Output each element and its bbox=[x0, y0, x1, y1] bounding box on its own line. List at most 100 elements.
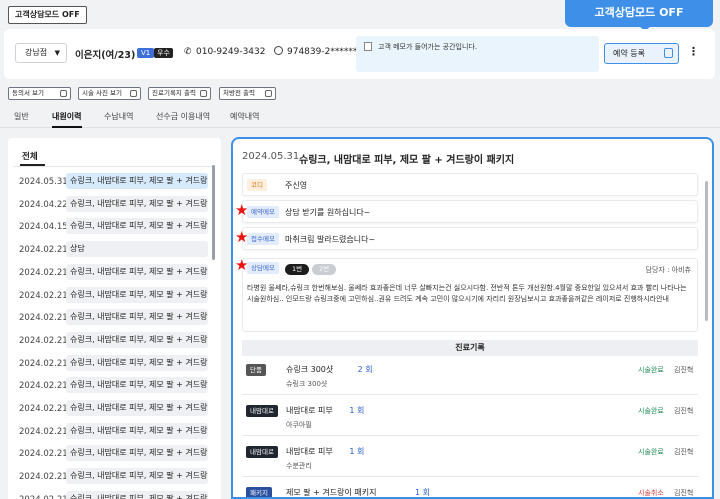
branch-select[interactable]: 강남점 ▼ bbox=[15, 43, 67, 63]
visit-title: 슈링크, 내맘대로 피부, 제모 팔 + 겨드랑... bbox=[66, 400, 208, 416]
patient-name: 이은지(여/23) bbox=[75, 50, 136, 61]
counsel-memo-box: ★ 상담메모 1번 2번 담당자 : 아비츄 타병원 울쎄라,슈링크 한번해보심… bbox=[235, 258, 698, 332]
counsel-page-2[interactable]: 2번 bbox=[312, 264, 336, 275]
visit-date: 2024.02.21 bbox=[19, 495, 68, 499]
visit-list-scrollbar[interactable] bbox=[212, 165, 215, 260]
visit-date: 2024.02.21 bbox=[19, 381, 68, 392]
action-label: 동의서 보기 bbox=[12, 89, 44, 97]
tab-visit-history[interactable]: 내원이력 bbox=[52, 111, 81, 122]
visit-date: 2024.02.21 bbox=[19, 426, 68, 437]
reserve-memo-value: 상담 받기를 원하십니다~ bbox=[285, 208, 371, 217]
record-tag: 패키지 bbox=[246, 487, 272, 497]
visit-title: 슈링크, 내맘대로 피부, 제모 팔 + 겨드랑... bbox=[66, 468, 208, 485]
phone-icon: ✆ bbox=[184, 47, 192, 57]
visit-row[interactable]: 2024.04.15 슈링크, 내맘대로 피부, 제모 팔 + 겨드랑... bbox=[8, 216, 221, 239]
reception-memo-row[interactable]: ★ 접수메모 마취크림 발라드렸습니다~ bbox=[235, 227, 698, 250]
reserve-button[interactable]: 예약 등록 bbox=[604, 43, 679, 64]
record-count: 1 회 bbox=[349, 447, 365, 456]
visit-row[interactable]: 2024.05.31 슈링크, 내맘대로 피부, 제모 팔 + 겨드랑... bbox=[8, 171, 221, 194]
visit-row[interactable]: 2024.02.21슈링크, 내맘대로 피부, 제모 팔 + 겨드랑... bbox=[8, 398, 221, 421]
visit-date: 2024.02.21 bbox=[19, 335, 68, 346]
detail-title: 슈링크, 내맘대로 피부, 제모 팔 + 겨드랑이 패키지 bbox=[299, 155, 515, 166]
record-sub: 슈링크 300샷 bbox=[286, 380, 328, 388]
patient-header: 강남점 ▼ 이은지(여/23) V1 우수 ✆ 010-9249-3432 97… bbox=[4, 29, 715, 79]
visit-row[interactable]: 2024.02.21슈링크, 내맘대로 피부, 제모 팔 + 겨드랑... bbox=[8, 285, 221, 308]
record-sub: 수분관리 bbox=[286, 462, 312, 470]
visit-date: 2024.02.21 bbox=[19, 404, 68, 414]
patient-phone: 010-9249-3432 bbox=[196, 47, 266, 57]
visit-date: 2024.02.21 bbox=[19, 472, 68, 483]
visit-date: 2024.05.31 bbox=[19, 177, 68, 187]
reserve-memo-label: 예약메모 bbox=[247, 206, 279, 218]
document-icon bbox=[60, 90, 67, 97]
tab-prepaid[interactable]: 선수금 이용내역 bbox=[156, 111, 210, 122]
visit-title: 슈링크, 내맘대로 피부, 제모 팔 + 겨드랑... bbox=[66, 331, 208, 348]
visit-title: 슈링크, 내맘대로 피부, 제모 팔 + 겨드랑... bbox=[66, 377, 208, 394]
consult-mode-banner: 고객상담모드 OFF bbox=[565, 0, 713, 27]
records-header: 진료기록 bbox=[242, 340, 698, 356]
detail-scrollbar[interactable] bbox=[705, 181, 708, 321]
reception-memo-label: 접수메모 bbox=[247, 233, 279, 245]
visit-date: 2024.02.21 bbox=[19, 449, 68, 460]
tab-reservations[interactable]: 예약내역 bbox=[230, 111, 259, 122]
visit-title: 슈링크, 내맘대로 피부, 제모 팔 + 겨드랑... bbox=[66, 195, 208, 212]
visit-date: 2024.04.15 bbox=[19, 222, 68, 233]
record-status: 시술완료 bbox=[638, 407, 664, 415]
coordi-label: 코디 bbox=[247, 179, 267, 191]
reception-memo-value: 마취크림 발라드렸습니다~ bbox=[285, 235, 376, 244]
record-print-button[interactable]: 진료기록지 출력 bbox=[148, 87, 211, 100]
visit-row[interactable]: 2024.02.21슈링크, 내맘대로 피부, 제모 팔 + 겨드랑... bbox=[8, 421, 221, 444]
prescription-print-button[interactable]: 처방전 출력 bbox=[219, 87, 276, 100]
record-count: 1 회 bbox=[415, 488, 430, 497]
detail-date: 2024.05.31 bbox=[242, 151, 300, 162]
divider bbox=[14, 166, 214, 167]
record-row[interactable]: 내맘대로 내맘대로 피부 1 회 수분관리 시술완료 김진혁 bbox=[242, 439, 698, 477]
coordi-row: 코디 주신영 bbox=[242, 173, 698, 196]
printer-icon bbox=[200, 90, 207, 97]
tab-payments[interactable]: 수납내역 bbox=[104, 111, 133, 122]
action-label: 시술 사진 보기 bbox=[82, 89, 123, 97]
action-label: 처방전 출력 bbox=[223, 89, 255, 97]
record-name: 내맘대로 피부 bbox=[286, 447, 333, 456]
visit-row[interactable]: 2024.02.21슈링크, 내맘대로 피부, 제모 팔 + 겨드랑... bbox=[8, 307, 221, 330]
tab-bar: 일반 내원이력 수납내역 선수금 이용내역 예약내역 bbox=[0, 108, 720, 128]
counsel-owner: 담당자 : 아비츄 bbox=[645, 266, 691, 274]
visit-row[interactable]: 2024.02.21슈링크, 내맘대로 피부, 제모 팔 + 겨드랑... bbox=[8, 466, 221, 489]
visit-date: 2024.02.21 bbox=[19, 290, 68, 301]
record-status: 시술완료 bbox=[638, 366, 664, 374]
visit-row[interactable]: 2024.04.22 슈링크, 내맘대로 피부, 제모 팔 + 겨드랑... bbox=[8, 194, 221, 217]
record-tag: 단품 bbox=[246, 364, 266, 376]
caret-down-icon: ▼ bbox=[54, 49, 60, 57]
visit-row[interactable]: 2024.02.21슈링크, 내맘대로 피부, 제모 팔 + 겨드랑... bbox=[8, 443, 221, 466]
counsel-page-1[interactable]: 1번 bbox=[285, 264, 309, 275]
active-tab-indicator bbox=[52, 126, 82, 128]
consent-view-button[interactable]: 동의서 보기 bbox=[8, 87, 71, 100]
visit-row[interactable]: 2024.02.21슈링크, 내맘대로 피부, 제모 팔 + 겨드랑... bbox=[8, 489, 221, 499]
record-status: 시술완료 bbox=[638, 448, 664, 456]
visit-filter-all[interactable]: 전체 bbox=[22, 150, 38, 162]
consult-mode-button[interactable]: 고객상담모드 OFF bbox=[8, 6, 87, 24]
id-card-icon bbox=[274, 46, 283, 55]
record-row[interactable]: 내맘대로 내맘대로 피부 1 회 아쿠아필 시술완료 김진혁 bbox=[242, 398, 698, 436]
reserve-memo-row[interactable]: ★ 예약메모 상담 받기를 원하십니다~ bbox=[235, 200, 698, 223]
visit-row[interactable]: 2024.02.21슈링크, 내맘대로 피부, 제모 팔 + 겨드랑... bbox=[8, 353, 221, 376]
record-staff: 김진혁 bbox=[674, 366, 694, 374]
photo-view-button[interactable]: 시술 사진 보기 bbox=[78, 87, 141, 100]
customer-memo[interactable]: 고객 메모가 들어가는 공간입니다. bbox=[356, 36, 599, 72]
record-row[interactable]: 패키지 제모 팔 + 겨드랑이 패키지 1 회 시술취소 김진혁 bbox=[242, 480, 698, 497]
visit-row[interactable]: 2024.02.21슈링크, 내맘대로 피부, 제모 팔 + 겨드랑... bbox=[8, 375, 221, 398]
memo-icon bbox=[364, 42, 372, 51]
counsel-memo-text: 타병원 울쎄라,슈링크 한번해보심. 울쎄라 효과좋은데 너무 살빠지는건 싫으… bbox=[247, 284, 687, 303]
tab-general[interactable]: 일반 bbox=[14, 111, 29, 122]
record-row[interactable]: 단품 슈링크 300샷 2 회 슈링크 300샷 시술완료 김진혁 bbox=[242, 357, 698, 395]
visit-row[interactable]: 2024.02.21슈링크, 내맘대로 피부, 제모 팔 + 겨드랑... bbox=[8, 262, 221, 285]
visit-title: 슈링크, 내맘대로 피부, 제모 팔 + 겨드랑... bbox=[66, 445, 208, 462]
visit-row[interactable]: 2024.02.21 상담 bbox=[8, 239, 221, 262]
printer-icon bbox=[265, 90, 272, 97]
more-menu-icon[interactable]: ⋮ bbox=[688, 45, 699, 58]
record-staff: 김진혁 bbox=[674, 489, 694, 497]
reserve-label: 예약 등록 bbox=[613, 49, 645, 58]
grade-badge: V1 bbox=[137, 48, 155, 58]
visit-row[interactable]: 2024.02.21슈링크, 내맘대로 피부, 제모 팔 + 겨드랑... bbox=[8, 330, 221, 353]
visit-detail-panel: 2024.05.31 슈링크, 내맘대로 피부, 제모 팔 + 겨드랑이 패키지… bbox=[231, 137, 714, 499]
